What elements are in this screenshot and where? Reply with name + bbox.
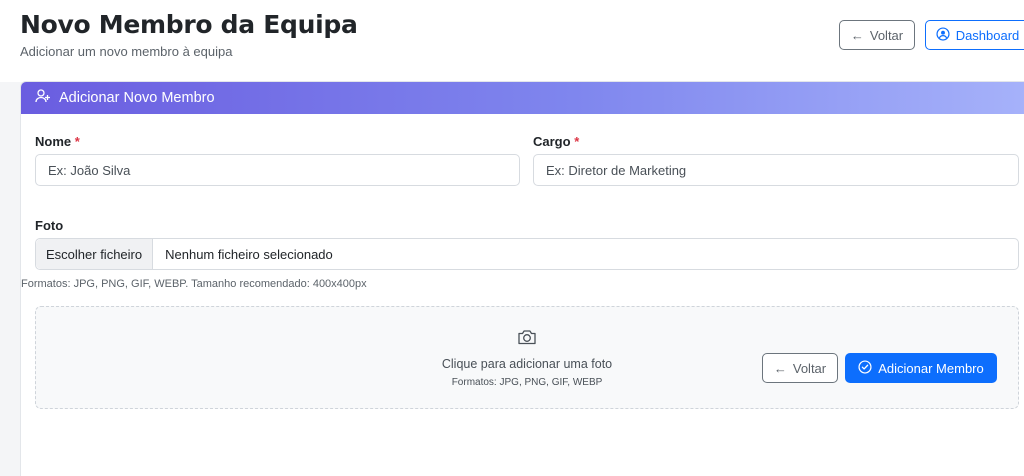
dashboard-icon	[936, 26, 950, 44]
card-header: Adicionar Novo Membro	[21, 82, 1024, 114]
check-circle-icon	[858, 359, 872, 377]
back-button-bottom[interactable]: ← Voltar	[762, 353, 838, 383]
name-placeholder: Ex: João Silva	[48, 162, 131, 178]
role-required-mark: *	[574, 134, 580, 149]
photo-label: Foto	[35, 218, 64, 233]
page-subtitle: Adicionar um novo membro à equipa	[20, 44, 233, 59]
camera-icon	[517, 328, 537, 351]
role-label-text: Cargo	[533, 134, 571, 149]
back-button-top[interactable]: ← Voltar	[839, 20, 915, 50]
name-required-mark: *	[74, 134, 80, 149]
photo-file-input[interactable]: Escolher ficheiro Nenhum ficheiro seleci…	[35, 238, 1019, 270]
add-member-button-label: Adicionar Membro	[878, 360, 984, 376]
user-plus-icon	[35, 88, 51, 108]
back-button-bottom-label: Voltar	[792, 360, 827, 376]
dashboard-button-label: Dashboard	[955, 27, 1020, 43]
name-label: Nome *	[35, 134, 80, 149]
add-member-button[interactable]: Adicionar Membro	[845, 353, 997, 383]
dropzone-text: Clique para adicionar uma foto	[441, 356, 613, 371]
page-title: Novo Membro da Equipa	[20, 10, 358, 39]
dropzone-formats: Formatos: JPG, PNG, GIF, WEBP	[451, 376, 603, 388]
add-member-card: Adicionar Novo Membro Nome * Ex: João Si…	[20, 81, 1024, 476]
dashboard-button[interactable]: Dashboard	[925, 20, 1024, 50]
role-placeholder: Ex: Diretor de Marketing	[546, 162, 687, 178]
name-input[interactable]: Ex: João Silva	[35, 154, 520, 186]
card-title: Adicionar Novo Membro	[59, 90, 215, 106]
role-input[interactable]: Ex: Diretor de Marketing	[533, 154, 1019, 186]
arrow-left-icon: ←	[773, 360, 787, 376]
name-label-text: Nome	[35, 134, 72, 149]
choose-file-button[interactable]: Escolher ficheiro	[36, 239, 154, 269]
arrow-left-icon: ←	[850, 27, 864, 43]
back-button-label: Voltar	[869, 27, 904, 43]
role-label: Cargo *	[533, 134, 579, 149]
file-status: Nenhum ficheiro selecionado	[165, 246, 333, 262]
photo-help-text: Formatos: JPG, PNG, GIF, WEBP. Tamanho r…	[21, 278, 367, 290]
